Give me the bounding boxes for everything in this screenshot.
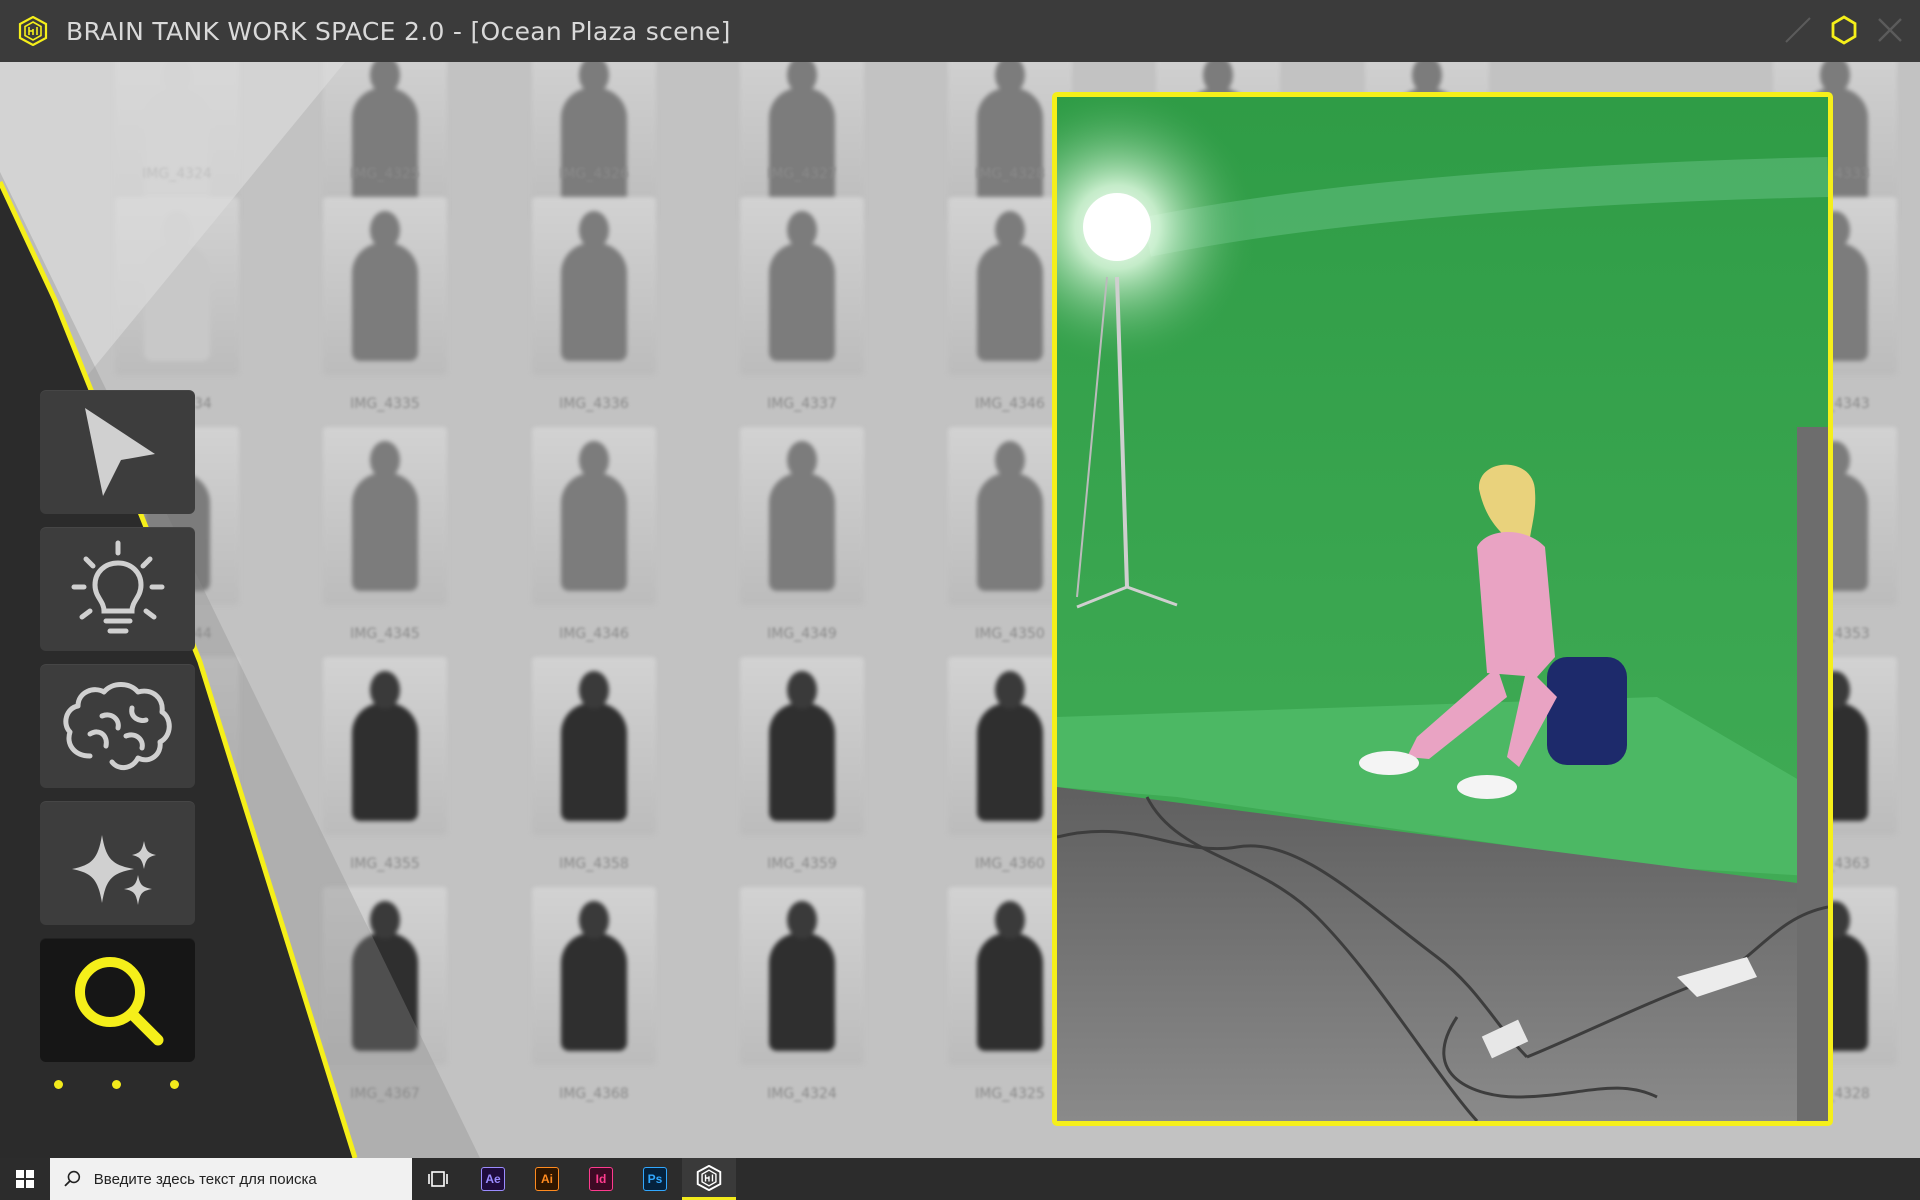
photoshop-taskbar-button[interactable]: Ps: [628, 1158, 682, 1200]
title-bar: BRAIN TANK WORK SPACE 2.0 - [Ocean Plaza…: [0, 0, 1920, 63]
selected-photo-preview[interactable]: [1052, 92, 1833, 1126]
window-controls: [1782, 14, 1906, 46]
gallery-thumbnail[interactable]: [740, 197, 864, 375]
thumbnail-label: IMG_4349: [767, 626, 837, 642]
gallery-thumbnail[interactable]: [740, 887, 864, 1065]
page-dot[interactable]: [54, 1080, 63, 1089]
start-button[interactable]: [0, 1158, 50, 1200]
gallery-thumbnail[interactable]: [740, 427, 864, 605]
thumbnail-label: IMG_4326: [559, 166, 629, 182]
hexagon-icon[interactable]: [1828, 14, 1860, 46]
thumbnail-label: IMG_4355: [350, 856, 420, 872]
thumbnail-label: IMG_4336: [559, 396, 629, 412]
gallery-thumbnail[interactable]: [532, 887, 656, 1065]
indesign-icon: Id: [589, 1167, 613, 1191]
gallery-thumbnail[interactable]: [323, 197, 447, 375]
page-indicator: [54, 1080, 179, 1089]
photoshop-icon: Ps: [643, 1167, 667, 1191]
cursor-arrow-icon: [84, 408, 155, 496]
magnifier-icon: [74, 957, 163, 1046]
gallery-thumbnail[interactable]: [532, 657, 656, 835]
gallery-thumbnail[interactable]: [323, 427, 447, 605]
indesign-taskbar-button[interactable]: Id: [574, 1158, 628, 1200]
effects-tool-button[interactable]: [40, 801, 195, 925]
thumbnail-label: IMG_4324: [767, 1086, 837, 1102]
thumbnail-label: IMG_4359: [767, 856, 837, 872]
thumbnail-label: IMG_4327: [767, 166, 837, 182]
search-tool-button[interactable]: [40, 938, 195, 1062]
gallery-thumbnail[interactable]: [532, 197, 656, 375]
search-input[interactable]: [91, 1169, 412, 1189]
brain-tank-app-icon: [696, 1164, 722, 1191]
thumbnail-label: IMG_4367: [350, 1086, 420, 1102]
search-icon: [64, 1170, 81, 1187]
window-title: BRAIN TANK WORK SPACE 2.0 - [Ocean Plaza…: [66, 16, 731, 46]
thumbnail-label: IMG_4337: [767, 396, 837, 412]
pointer-tool-button[interactable]: [40, 390, 195, 514]
taskbar-search[interactable]: [50, 1158, 412, 1200]
thumbnail-label: IMG_4335: [350, 396, 420, 412]
lightbulb-icon: [71, 540, 164, 634]
thumbnail-label: IMG_4324: [142, 166, 212, 182]
gallery-thumbnail[interactable]: [115, 197, 239, 375]
illustrator-icon: Ai: [535, 1167, 559, 1191]
sparkles-icon: [71, 835, 156, 905]
brain-icon: [62, 682, 172, 770]
close-icon[interactable]: [1874, 14, 1906, 46]
thumbnail-label: IMG_4346: [559, 626, 629, 642]
after-effects-icon: Ae: [481, 1167, 505, 1191]
thumbnail-label: IMG_4345: [350, 626, 420, 642]
page-dot[interactable]: [170, 1080, 179, 1089]
after-effects-taskbar-button[interactable]: Ae: [466, 1158, 520, 1200]
idea-tool-button[interactable]: [40, 527, 195, 651]
gallery-thumbnail[interactable]: [323, 657, 447, 835]
minimize-icon[interactable]: [1782, 14, 1814, 46]
gallery-thumbnail[interactable]: [532, 427, 656, 605]
illustrator-taskbar-button[interactable]: Ai: [520, 1158, 574, 1200]
task-view-button[interactable]: [412, 1158, 466, 1200]
thumbnail-label: IMG_4325: [350, 166, 420, 182]
gallery-thumbnail[interactable]: [323, 887, 447, 1065]
thumbnail-label: IMG_4368: [559, 1086, 629, 1102]
windows-logo-icon: [16, 1170, 34, 1188]
photo-image: [1057, 97, 1828, 1121]
app-logo-icon: [18, 16, 48, 46]
taskbar: Ae Ai Id Ps: [0, 1158, 1920, 1200]
gallery-thumbnail[interactable]: [740, 657, 864, 835]
brain-tank-taskbar-button[interactable]: [682, 1158, 736, 1200]
thumbnail-label: IMG_4358: [559, 856, 629, 872]
brain-tool-button[interactable]: [40, 664, 195, 788]
page-dot[interactable]: [112, 1080, 121, 1089]
task-view-icon: [428, 1171, 448, 1187]
